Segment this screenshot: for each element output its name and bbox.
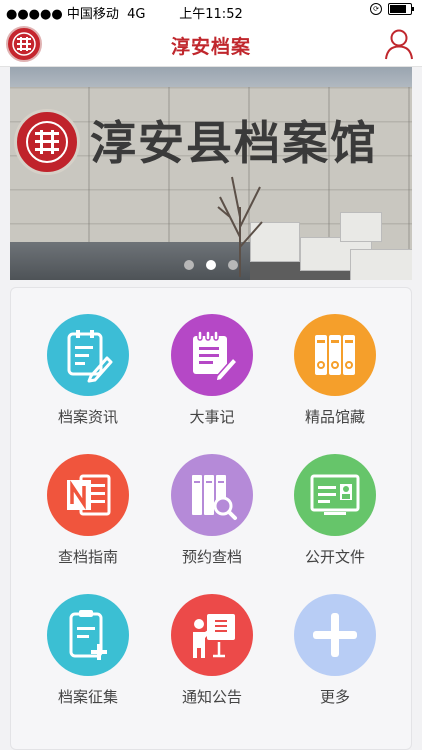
collection-binders-icon xyxy=(294,314,376,396)
status-bar: ●●●●● 中国移动 4G 上午11:52 ⟳ xyxy=(0,0,422,22)
menu-item-label: 更多 xyxy=(319,688,350,706)
carousel-dot[interactable] xyxy=(184,260,194,270)
status-icons: ⟳ xyxy=(370,3,414,15)
chronicle-icon xyxy=(171,314,253,396)
menu-item-more[interactable]: 更多 xyxy=(270,594,400,724)
menu-item-collect[interactable]: 档案征集 xyxy=(23,594,153,724)
appointment-search-icon xyxy=(171,454,253,536)
app-header: 淳安档案 xyxy=(0,22,422,67)
user-profile-icon[interactable] xyxy=(384,28,414,60)
menu-item-label: 档案征集 xyxy=(57,688,118,706)
plus-icon xyxy=(294,594,376,676)
menu-item-label: 大事记 xyxy=(189,408,235,426)
menu-item-appointment[interactable]: 预约查档 xyxy=(147,454,277,584)
public-document-icon xyxy=(294,454,376,536)
collect-clipboard-icon xyxy=(47,594,129,676)
menu-item-guide[interactable]: 查档指南 xyxy=(23,454,153,584)
menu-item-label: 通知公告 xyxy=(181,688,242,706)
banner-sign-text: 淳安县档案馆 xyxy=(90,116,378,170)
menu-item-chronicle[interactable]: 大事记 xyxy=(147,314,277,444)
guide-notebook-icon xyxy=(47,454,129,536)
carousel-indicator xyxy=(10,255,412,274)
menu-item-label: 精品馆藏 xyxy=(304,408,365,426)
menu-grid: 档案资讯 大事记 精品馆藏 查档指南 预约查档 公开文件 档案征集 通知公告 更… xyxy=(10,287,412,750)
battery-icon xyxy=(388,3,414,15)
menu-item-collection[interactable]: 精品馆藏 xyxy=(270,314,400,444)
menu-item-label: 公开文件 xyxy=(304,548,365,566)
menu-item-public-documents[interactable]: 公开文件 xyxy=(270,454,400,584)
page-title: 淳安档案 xyxy=(170,36,251,58)
menu-item-archive-news[interactable]: 档案资讯 xyxy=(23,314,153,444)
archive-news-icon xyxy=(47,314,129,396)
menu-item-label: 档案资讯 xyxy=(57,408,118,426)
menu-item-announcement[interactable]: 通知公告 xyxy=(147,594,277,724)
archive-seal-icon xyxy=(14,109,80,175)
banner-carousel[interactable]: 淳安县档案馆 xyxy=(10,67,412,280)
menu-item-label: 预约查档 xyxy=(181,548,242,566)
menu-item-label: 查档指南 xyxy=(57,548,118,566)
clock: 上午11:52 xyxy=(179,7,243,22)
carousel-dot-active[interactable] xyxy=(206,260,216,270)
announcement-icon xyxy=(171,594,253,676)
orientation-lock-icon: ⟳ xyxy=(370,3,382,15)
carousel-dot[interactable] xyxy=(228,260,238,270)
